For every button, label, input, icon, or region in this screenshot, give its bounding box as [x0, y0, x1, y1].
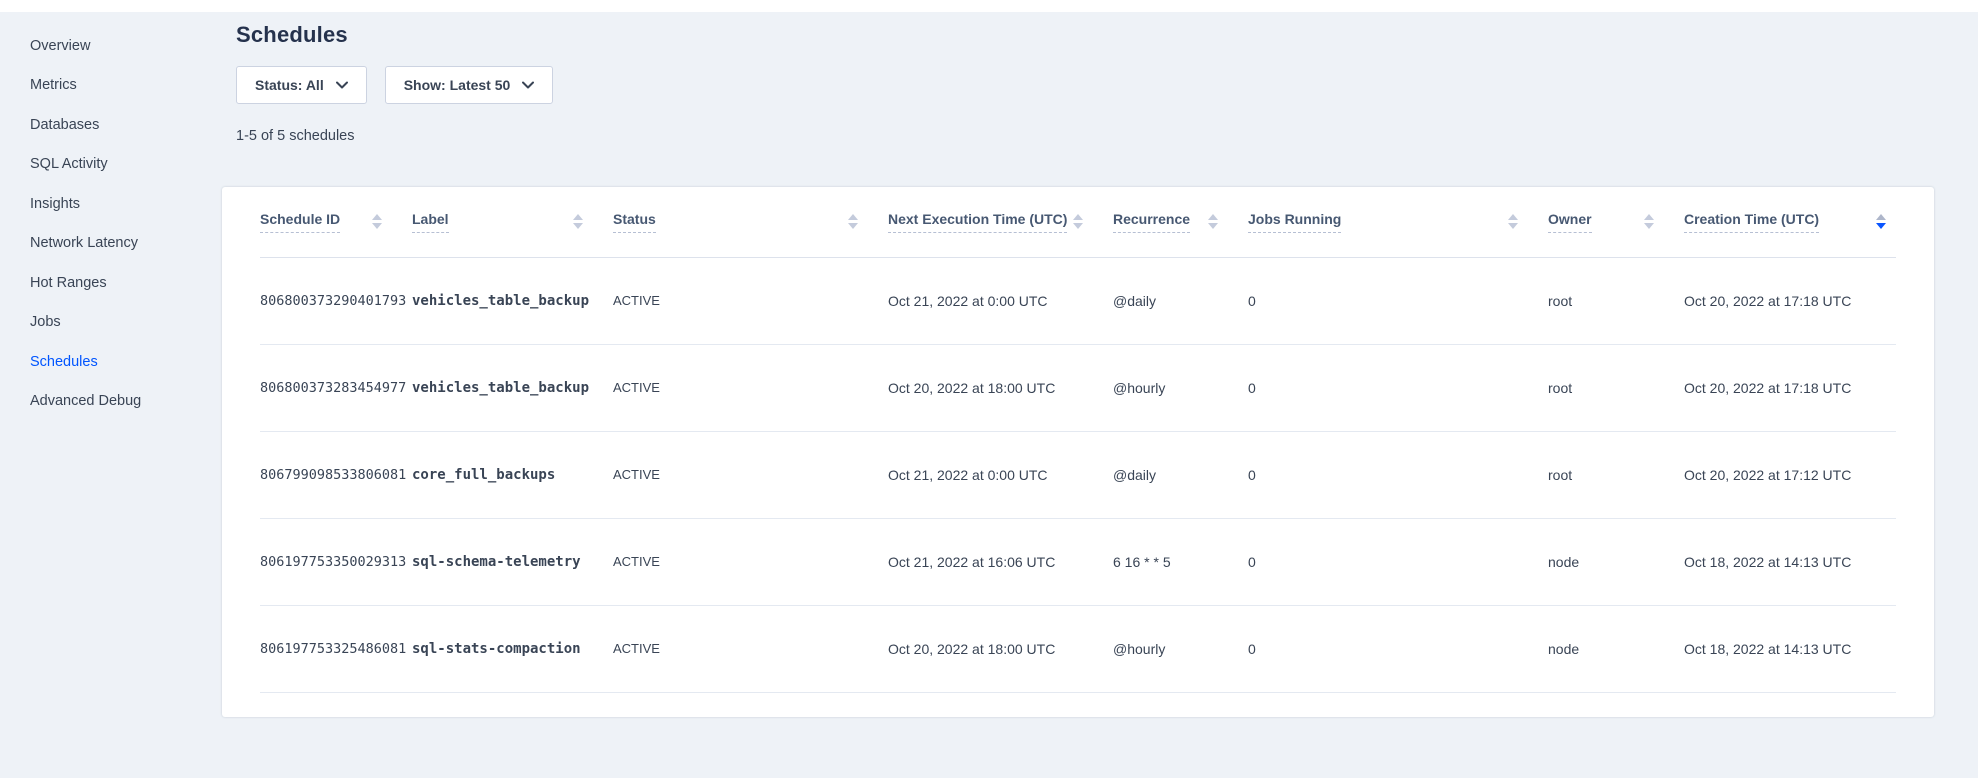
sort-icon: [372, 214, 382, 229]
sidebar-item-schedules[interactable]: Schedules: [30, 342, 207, 382]
sidebar-item-sql-activity[interactable]: SQL Activity: [30, 145, 207, 185]
owner-cell: node: [1548, 518, 1684, 605]
chevron-down-icon: [336, 81, 348, 89]
column-header-status[interactable]: Status: [613, 187, 888, 257]
sort-desc-icon: [1876, 214, 1886, 229]
jobs-running-cell: 0: [1248, 257, 1548, 344]
label-cell: core_full_backups: [412, 431, 613, 518]
sidebar-item-advanced-debug[interactable]: Advanced Debug: [30, 382, 207, 422]
schedule-id-cell: 806799098533806081: [260, 431, 412, 518]
sort-icon: [1644, 214, 1654, 229]
recurrence-cell: 6 16 * * 5: [1113, 518, 1248, 605]
recurrence-cell: @daily: [1113, 257, 1248, 344]
show-filter-label: Show: Latest 50: [404, 77, 511, 93]
table-row: 806197753325486081 sql-stats-compaction …: [260, 605, 1896, 692]
column-header-jobs-running[interactable]: Jobs Running: [1248, 187, 1548, 257]
column-title: Jobs Running: [1248, 211, 1341, 233]
label-cell: sql-schema-telemetry: [412, 518, 613, 605]
sidebar-item-insights[interactable]: Insights: [30, 184, 207, 224]
recurrence-cell: @hourly: [1113, 344, 1248, 431]
sort-icon: [848, 214, 858, 229]
sort-icon: [573, 214, 583, 229]
creation-time-cell: Oct 20, 2022 at 17:18 UTC: [1684, 257, 1896, 344]
column-header-recurrence[interactable]: Recurrence: [1113, 187, 1248, 257]
page-title: Schedules: [236, 22, 348, 48]
schedule-id-cell: 806197753325486081: [260, 605, 412, 692]
table-row: 806800373290401793 vehicles_table_backup…: [260, 257, 1896, 344]
column-header-creation-time[interactable]: Creation Time (UTC): [1684, 187, 1896, 257]
filter-bar: Status: All Show: Latest 50: [236, 66, 553, 104]
sidebar-item-hot-ranges[interactable]: Hot Ranges: [30, 263, 207, 303]
creation-time-cell: Oct 18, 2022 at 14:13 UTC: [1684, 605, 1896, 692]
creation-time-cell: Oct 20, 2022 at 17:18 UTC: [1684, 344, 1896, 431]
table-header-row: Schedule ID Label Status Next Execution …: [260, 187, 1896, 257]
recurrence-cell: @hourly: [1113, 605, 1248, 692]
schedule-id-cell: 806197753350029313: [260, 518, 412, 605]
column-title: Next Execution Time (UTC): [888, 211, 1067, 233]
schedules-table-card: Schedule ID Label Status Next Execution …: [222, 187, 1934, 717]
column-title: Owner: [1548, 211, 1592, 233]
next-execution-cell: Oct 21, 2022 at 0:00 UTC: [888, 257, 1113, 344]
table-row: 806197753350029313 sql-schema-telemetry …: [260, 518, 1896, 605]
column-title: Status: [613, 211, 656, 233]
column-title: Creation Time (UTC): [1684, 211, 1819, 233]
top-strip: [0, 0, 1978, 12]
next-execution-cell: Oct 20, 2022 at 18:00 UTC: [888, 344, 1113, 431]
owner-cell: root: [1548, 344, 1684, 431]
sort-icon: [1508, 214, 1518, 229]
owner-cell: node: [1548, 605, 1684, 692]
table-row: 806800373283454977 vehicles_table_backup…: [260, 344, 1896, 431]
status-cell: ACTIVE: [613, 431, 888, 518]
status-cell: ACTIVE: [613, 518, 888, 605]
sidebar-item-network-latency[interactable]: Network Latency: [30, 224, 207, 264]
schedule-id-cell: 806800373290401793: [260, 257, 412, 344]
jobs-running-cell: 0: [1248, 344, 1548, 431]
show-filter-dropdown[interactable]: Show: Latest 50: [385, 66, 554, 104]
label-cell: sql-stats-compaction: [412, 605, 613, 692]
column-header-next-execution-time[interactable]: Next Execution Time (UTC): [888, 187, 1113, 257]
label-cell: vehicles_table_backup: [412, 344, 613, 431]
status-filter-dropdown[interactable]: Status: All: [236, 66, 367, 104]
jobs-running-cell: 0: [1248, 605, 1548, 692]
recurrence-cell: @daily: [1113, 431, 1248, 518]
next-execution-cell: Oct 21, 2022 at 0:00 UTC: [888, 431, 1113, 518]
schedules-table: Schedule ID Label Status Next Execution …: [260, 187, 1896, 693]
sidebar-item-metrics[interactable]: Metrics: [30, 66, 207, 106]
next-execution-cell: Oct 20, 2022 at 18:00 UTC: [888, 605, 1113, 692]
sidebar: Overview Metrics Databases SQL Activity …: [0, 12, 207, 421]
status-cell: ACTIVE: [613, 257, 888, 344]
column-header-schedule-id[interactable]: Schedule ID: [260, 187, 412, 257]
status-cell: ACTIVE: [613, 344, 888, 431]
label-cell: vehicles_table_backup: [412, 257, 613, 344]
column-header-label[interactable]: Label: [412, 187, 613, 257]
table-row: 806799098533806081 core_full_backups ACT…: [260, 431, 1896, 518]
sidebar-item-jobs[interactable]: Jobs: [30, 303, 207, 343]
column-title: Schedule ID: [260, 211, 340, 233]
creation-time-cell: Oct 20, 2022 at 17:12 UTC: [1684, 431, 1896, 518]
chevron-down-icon: [522, 81, 534, 89]
sort-icon: [1208, 214, 1218, 229]
owner-cell: root: [1548, 257, 1684, 344]
owner-cell: root: [1548, 431, 1684, 518]
column-title: Label: [412, 211, 449, 233]
sidebar-item-databases[interactable]: Databases: [30, 105, 207, 145]
status-cell: ACTIVE: [613, 605, 888, 692]
next-execution-cell: Oct 21, 2022 at 16:06 UTC: [888, 518, 1113, 605]
results-count: 1-5 of 5 schedules: [236, 128, 355, 144]
column-title: Recurrence: [1113, 211, 1190, 233]
sidebar-item-overview[interactable]: Overview: [30, 26, 207, 66]
jobs-running-cell: 0: [1248, 518, 1548, 605]
jobs-running-cell: 0: [1248, 431, 1548, 518]
creation-time-cell: Oct 18, 2022 at 14:13 UTC: [1684, 518, 1896, 605]
sort-icon: [1073, 214, 1083, 229]
schedule-id-cell: 806800373283454977: [260, 344, 412, 431]
column-header-owner[interactable]: Owner: [1548, 187, 1684, 257]
status-filter-label: Status: All: [255, 77, 324, 93]
